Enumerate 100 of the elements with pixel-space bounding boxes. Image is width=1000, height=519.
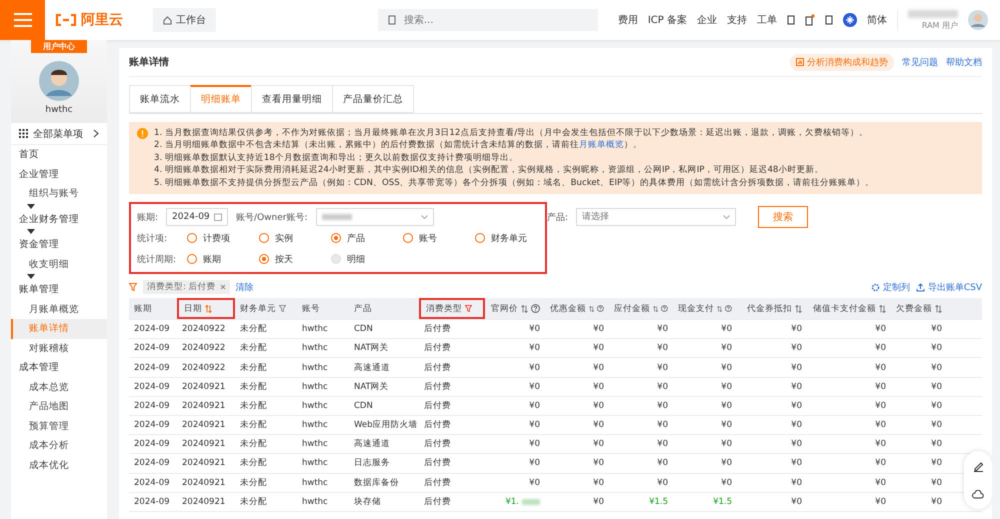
cloud-icon[interactable] xyxy=(972,490,984,499)
period-field[interactable]: 2024-09 xyxy=(166,208,228,226)
table-cell-text: 未分配 xyxy=(239,400,268,413)
sort-icon[interactable] xyxy=(205,304,212,313)
menu-item[interactable]: 首页 xyxy=(11,145,107,164)
menu-group[interactable]: 资金管理 xyxy=(11,235,107,254)
table-cell-text: NAT网关 xyxy=(353,342,390,356)
menu-group[interactable]: 企业管理 xyxy=(11,164,107,184)
tab[interactable]: 账单流水 xyxy=(129,85,190,113)
radio-option[interactable]: 按天 xyxy=(259,252,323,266)
help-link[interactable]: 常见问题 xyxy=(902,56,938,68)
column-header[interactable]: 储值卡支付金额 xyxy=(807,298,891,320)
help-icon[interactable] xyxy=(597,304,604,314)
table-cell-text: ¥0 xyxy=(656,419,669,432)
nav-link[interactable]: 费用 xyxy=(618,13,638,27)
table-cell-text: CDN xyxy=(353,400,374,413)
caret-icon[interactable] xyxy=(27,274,35,279)
assistant-icon[interactable] xyxy=(843,13,857,27)
bill-overview-link[interactable]: 月账单概览 xyxy=(578,140,624,150)
sort-icon[interactable] xyxy=(717,304,722,313)
notification-icon[interactable] xyxy=(805,14,815,26)
table-cell-text: 后付费 xyxy=(423,323,452,336)
menu-item[interactable]: 成本优化 xyxy=(11,456,107,475)
clear-link[interactable]: 清除 xyxy=(236,280,254,294)
nav-link[interactable]: ICP 备案 xyxy=(648,13,687,27)
table-cell-text: 2024-09 xyxy=(133,380,171,394)
document-icon[interactable] xyxy=(787,15,795,25)
sort-icon[interactable] xyxy=(589,304,594,313)
table-cell-text: 2024-09 xyxy=(133,323,171,336)
help-icon[interactable] xyxy=(531,304,540,314)
customize-columns-link[interactable]: 定制列 xyxy=(870,280,910,294)
sort-icon[interactable] xyxy=(879,304,886,313)
radio-option[interactable]: 账期 xyxy=(187,252,251,266)
filter-icon[interactable] xyxy=(465,305,472,312)
table-cell-text: Web应用防火墙 xyxy=(353,418,419,432)
help-icon[interactable] xyxy=(725,304,732,314)
column-header[interactable]: 现金支付 xyxy=(673,298,737,320)
column-header[interactable]: 代金券抵扣 xyxy=(737,298,807,320)
tab[interactable]: 产品量价汇总 xyxy=(332,85,414,113)
column-header[interactable]: 应付金额 xyxy=(609,298,673,320)
nav-link[interactable]: 企业 xyxy=(697,13,717,27)
column-header[interactable]: 优惠金额 xyxy=(545,298,609,320)
menu-group[interactable]: 账单管理 xyxy=(11,280,107,300)
column-header[interactable]: 日期 xyxy=(177,298,235,320)
document-icon[interactable] xyxy=(825,15,833,25)
export-link[interactable]: 导出账单CSV xyxy=(916,280,982,294)
menu-item[interactable]: 成本总览 xyxy=(11,378,107,397)
avatar-icon[interactable] xyxy=(968,10,988,30)
table-cell-text: ¥0 xyxy=(656,457,669,470)
table-cell-text: ¥0 xyxy=(930,457,943,470)
workbench-button[interactable]: 工作台 xyxy=(153,8,216,32)
menu-item[interactable]: 对账稽核 xyxy=(11,338,107,358)
close-icon[interactable] xyxy=(220,284,226,290)
column-header[interactable]: 消费类型 xyxy=(419,298,485,320)
radio-option[interactable]: 实例 xyxy=(259,232,323,245)
menu-item[interactable]: 成本分析 xyxy=(11,436,107,456)
column-header[interactable]: 财务单元 xyxy=(235,298,297,320)
menu-group[interactable]: 成本管理 xyxy=(11,358,107,378)
help-icon[interactable] xyxy=(661,304,668,314)
column-header[interactable]: 欠费金额 xyxy=(891,298,947,320)
radio-option[interactable]: 计费项 xyxy=(187,232,251,245)
help-link[interactable]: 帮助文档 xyxy=(946,56,982,68)
caret-icon[interactable] xyxy=(27,229,35,234)
language-link[interactable]: 简体 xyxy=(867,13,887,27)
product-select[interactable]: 请选择 xyxy=(576,208,736,226)
column-header[interactable]: 账号 xyxy=(297,298,349,320)
menu-item[interactable]: 月账单概览 xyxy=(11,300,107,319)
menu-item[interactable]: 预算管理 xyxy=(11,416,107,436)
column-header[interactable]: 账期 xyxy=(129,298,177,320)
menu-item[interactable]: 产品地图 xyxy=(11,397,107,416)
menu-button[interactable] xyxy=(0,0,45,40)
table-cell-text: 2024-09 xyxy=(133,419,171,432)
radio-option[interactable]: 产品 xyxy=(331,232,395,245)
table-cell-text: ¥0 xyxy=(874,476,887,490)
table-cell-text: ¥0 xyxy=(592,419,605,432)
table-cell-text: ¥0 xyxy=(930,362,943,374)
radio-option[interactable]: 财务单元 xyxy=(475,232,539,245)
nav-link[interactable]: 支持 xyxy=(727,13,747,27)
table-cell-text: ¥0 xyxy=(592,476,605,490)
tab[interactable]: 查看用量明细 xyxy=(251,85,332,113)
radio-option[interactable]: 账号 xyxy=(403,232,467,245)
table-cell-text: 未分配 xyxy=(239,476,268,490)
table-cell-text: 未分配 xyxy=(239,323,268,336)
search-field[interactable]: 搜索... xyxy=(378,9,598,31)
sort-icon[interactable] xyxy=(521,304,528,313)
sort-icon[interactable] xyxy=(795,304,802,313)
sort-icon[interactable] xyxy=(653,304,658,313)
table-cell-text: ¥0 xyxy=(592,380,605,394)
menu-item[interactable]: 收支明细 xyxy=(11,254,107,274)
menu-item[interactable]: 组织与账号 xyxy=(11,184,107,204)
menu-group[interactable]: 企业财务管理 xyxy=(11,210,107,229)
caret-icon[interactable] xyxy=(27,204,35,208)
settings-icon xyxy=(870,282,880,292)
home-icon xyxy=(163,16,172,24)
sort-icon[interactable] xyxy=(935,304,942,313)
column-header[interactable]: 官网价 xyxy=(485,298,545,320)
nav-link[interactable]: 工单 xyxy=(757,13,777,27)
pencil-icon[interactable] xyxy=(972,461,984,472)
filter-icon[interactable] xyxy=(279,305,286,312)
column-header[interactable]: 产品 xyxy=(349,298,419,320)
